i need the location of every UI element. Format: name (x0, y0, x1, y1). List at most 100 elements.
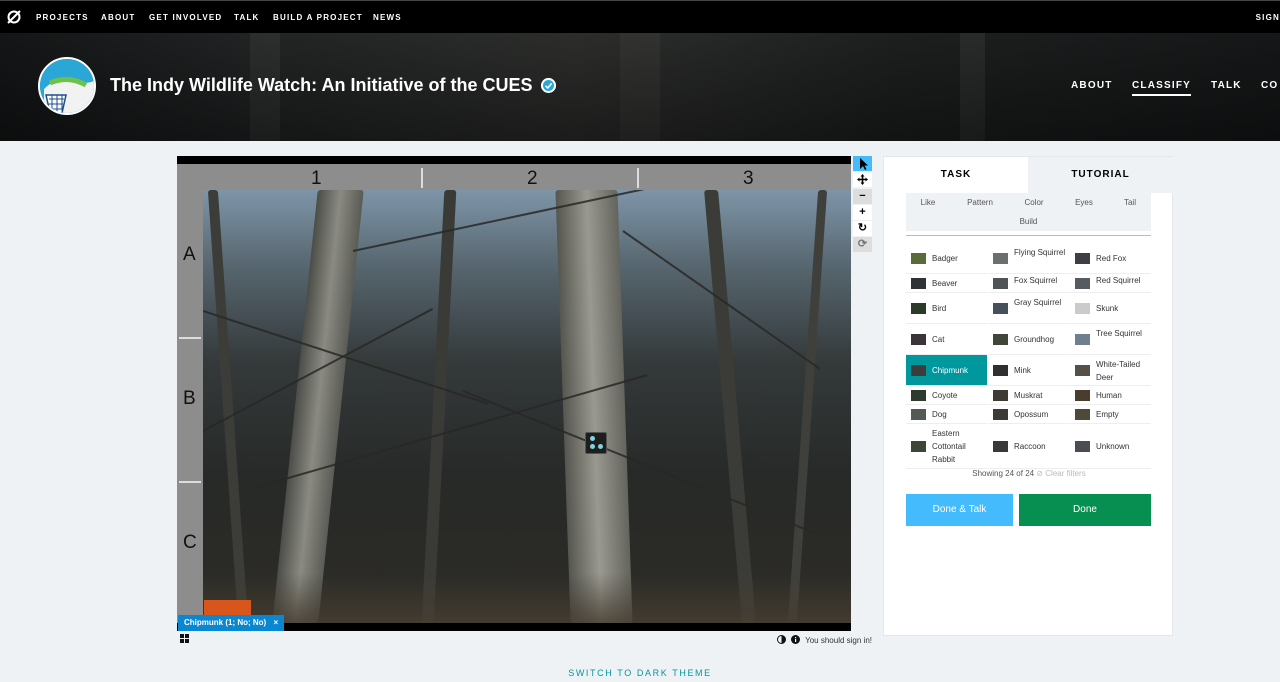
choice-thumbnail (911, 409, 926, 420)
subject-viewer: 1 2 3 A B C (177, 156, 851, 631)
topnav-build-a-project[interactable]: BUILD A PROJECT (273, 13, 363, 22)
mark-label-text: Chipmunk (1; No; No) (184, 618, 267, 627)
grid-divider (421, 168, 423, 188)
choice-label: Empty (1096, 410, 1119, 419)
choice-label: Unknown (1096, 442, 1130, 451)
project-title[interactable]: The Indy Wildlife Watch: An Initiative o… (110, 75, 533, 96)
sign-in-link[interactable]: SIGN (1256, 13, 1280, 22)
topnav-news[interactable]: NEWS (373, 13, 402, 22)
choice-label: Bird (932, 304, 947, 313)
topnav-talk[interactable]: TALK (234, 13, 260, 22)
choice-white-tailed-deer[interactable]: White-Tailed Deer (1070, 355, 1151, 386)
choice-flying-squirrel[interactable]: Flying Squirrel (988, 243, 1069, 274)
choice-dog[interactable]: Dog (906, 405, 987, 424)
project-nav-classify[interactable]: CLASSIFY (1132, 80, 1192, 96)
choice-mink[interactable]: Mink (988, 355, 1069, 386)
choice-thumbnail (1075, 390, 1090, 401)
choice-gray-squirrel[interactable]: Gray Squirrel (988, 293, 1069, 324)
choice-label: Skunk (1096, 304, 1119, 313)
choice-coyote[interactable]: Coyote (906, 386, 987, 405)
choice-thumbnail (1075, 441, 1090, 452)
forest-floor (203, 573, 851, 623)
choice-label: Coyote (932, 391, 958, 400)
switch-theme-button[interactable]: SWITCH TO DARK THEME (0, 668, 1280, 678)
choice-label: Eastern Cottontail Rabbit (932, 429, 966, 464)
choice-badger[interactable]: Badger (906, 243, 987, 274)
choice-thumbnail (1075, 409, 1090, 420)
project-nav-talk[interactable]: TALK (1211, 80, 1242, 91)
project-nav-collections[interactable]: CO (1261, 80, 1278, 91)
choice-cat[interactable]: Cat (906, 324, 987, 355)
choice-eastern-cottontail-rabbit[interactable]: Eastern Cottontail Rabbit (906, 424, 987, 469)
filter-bar: Like Pattern Color Eyes Tail Build (906, 193, 1151, 231)
choice-muskrat[interactable]: Muskrat (988, 386, 1069, 405)
move-icon[interactable] (853, 172, 872, 187)
choice-tree-squirrel[interactable]: Tree Squirrel (1070, 324, 1151, 355)
contrast-icon[interactable] (776, 635, 786, 644)
reset-icon[interactable]: ⟳ (853, 237, 872, 252)
close-icon[interactable]: × (273, 618, 278, 627)
branch (352, 190, 706, 252)
showing-count: Showing 24 of 24 ⊘ Clear filters (884, 469, 1174, 478)
choice-thumbnail (911, 303, 926, 314)
choice-red-fox[interactable]: Red Fox (1070, 243, 1151, 274)
zoom-out-icon[interactable]: − (853, 189, 872, 204)
filter-tail[interactable]: Tail (1110, 193, 1150, 212)
choice-red-squirrel[interactable]: Red Squirrel (1070, 274, 1151, 293)
choice-label: Red Fox (1096, 254, 1127, 263)
tab-task[interactable]: TASK (884, 157, 1028, 193)
topnav-get-involved[interactable]: GET INVOLVED (149, 13, 222, 22)
subject-image[interactable] (203, 190, 851, 623)
viewer-footer: You should sign in! (776, 635, 872, 645)
choice-opossum[interactable]: Opossum (988, 405, 1069, 424)
choice-empty[interactable]: Empty (1070, 405, 1151, 424)
filter-eyes[interactable]: Eyes (1064, 193, 1104, 212)
grid-icon[interactable] (180, 634, 189, 643)
subject-frame: 1 2 3 A B C (177, 164, 851, 623)
sign-in-notice[interactable]: You should sign in! (805, 636, 872, 645)
choice-label: Gray Squirrel (1014, 298, 1062, 307)
topnav-about[interactable]: ABOUT (101, 13, 135, 22)
project-nav-about[interactable]: ABOUT (1071, 80, 1113, 91)
filter-build[interactable]: Build (906, 212, 1151, 231)
check-badge-icon (541, 78, 556, 93)
rotate-icon[interactable]: ↻ (853, 221, 872, 236)
choice-label: Flying Squirrel (1014, 248, 1066, 257)
choice-thumbnail (993, 390, 1008, 401)
choice-thumbnail (1075, 334, 1090, 345)
divider (906, 235, 1151, 236)
filter-like[interactable]: Like (906, 193, 950, 212)
clear-filters-button[interactable]: ⊘ Clear filters (1036, 469, 1085, 478)
done-button[interactable]: Done (1019, 494, 1151, 526)
choice-groundhog[interactable]: Groundhog (988, 324, 1069, 355)
filter-pattern[interactable]: Pattern (956, 193, 1004, 212)
project-avatar[interactable] (38, 57, 96, 115)
choice-label: Raccoon (1014, 442, 1046, 451)
choice-unknown[interactable]: Unknown (1070, 424, 1151, 469)
choice-skunk[interactable]: Skunk (1070, 293, 1151, 324)
pointer-icon[interactable] (853, 156, 872, 171)
choice-raccoon[interactable]: Raccoon (988, 424, 1069, 469)
choice-human[interactable]: Human (1070, 386, 1151, 405)
clear-filters-label: Clear filters (1045, 469, 1086, 478)
info-icon[interactable] (790, 635, 800, 644)
topnav-projects[interactable]: PROJECTS (36, 13, 89, 22)
zooniverse-logo-icon[interactable] (6, 9, 22, 25)
tree-trunk (787, 190, 828, 623)
tree-trunk (272, 190, 364, 623)
zoom-in-icon[interactable]: + (853, 205, 872, 220)
done-and-talk-button[interactable]: Done & Talk (906, 494, 1013, 526)
trail-camera-marker (585, 432, 607, 454)
choice-thumbnail (993, 278, 1008, 289)
grid-divider (179, 337, 201, 339)
tab-tutorial[interactable]: TUTORIAL (1028, 157, 1173, 193)
choice-bird[interactable]: Bird (906, 293, 987, 324)
choice-fox-squirrel[interactable]: Fox Squirrel (988, 274, 1069, 293)
tree-trunk (421, 190, 457, 623)
tree-trunk (704, 190, 756, 623)
filter-color[interactable]: Color (1010, 193, 1058, 212)
choice-thumbnail (993, 303, 1008, 314)
annotation-mark-label[interactable]: Chipmunk (1; No; No) × (178, 615, 285, 631)
choice-chipmunk[interactable]: Chipmunk (906, 355, 987, 386)
choice-beaver[interactable]: Beaver (906, 274, 987, 293)
